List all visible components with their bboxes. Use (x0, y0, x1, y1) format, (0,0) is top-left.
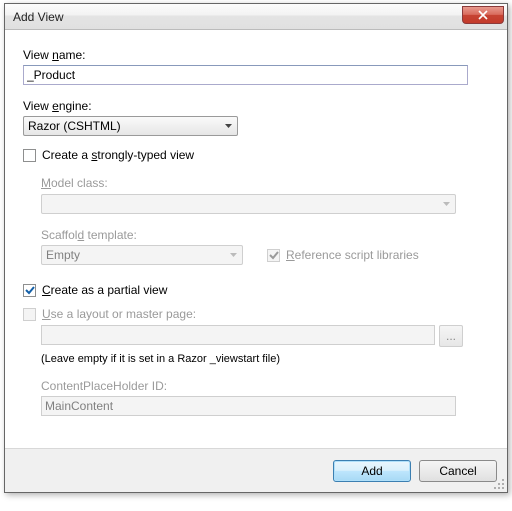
strongly-typed-checkbox[interactable] (23, 149, 36, 162)
scaffold-value: Empty (46, 248, 225, 262)
use-layout-checkbox (23, 308, 36, 321)
chevron-down-icon (220, 117, 237, 135)
chevron-down-icon (225, 246, 242, 264)
reference-scripts-checkbox (267, 249, 280, 262)
ellipsis-icon: ... (446, 329, 456, 343)
view-engine-combo[interactable]: Razor (CSHTML) (23, 116, 238, 136)
partial-view-checkbox[interactable] (23, 284, 36, 297)
view-engine-label: View engine: (23, 99, 92, 113)
cph-input (41, 396, 456, 416)
cancel-button[interactable]: Cancel (419, 460, 497, 482)
add-view-dialog: Add View View name: View engine: Razor (… (4, 3, 508, 493)
cancel-button-label: Cancel (439, 464, 476, 478)
browse-button: ... (439, 325, 463, 347)
partial-view-label[interactable]: Create as a partial view (42, 283, 167, 297)
close-button[interactable] (462, 6, 504, 24)
cph-label: ContentPlaceHolder ID: (41, 379, 167, 393)
view-engine-value: Razor (CSHTML) (28, 119, 220, 133)
reference-scripts-label: Reference script libraries (286, 248, 419, 262)
dialog-body: View name: View engine: Razor (CSHTML) C… (5, 30, 507, 448)
chevron-down-icon (438, 195, 455, 213)
layout-path-input (41, 325, 435, 345)
model-class-combo (41, 194, 456, 214)
model-class-label: Model class: (41, 176, 108, 190)
view-name-label: View name: (23, 48, 86, 62)
layout-hint: (Leave empty if it is set in a Razor _vi… (41, 353, 489, 365)
window-title: Add View (13, 10, 63, 24)
strongly-typed-label[interactable]: Create a strongly-typed view (42, 148, 194, 162)
dialog-footer: Add Cancel (5, 448, 507, 492)
close-icon (478, 10, 488, 20)
add-button[interactable]: Add (333, 460, 411, 482)
scaffold-label: Scaffold template: (41, 228, 137, 242)
add-button-label: Add (361, 464, 382, 478)
titlebar: Add View (5, 4, 507, 30)
resize-grip[interactable] (493, 478, 505, 490)
view-name-input[interactable] (23, 65, 468, 85)
scaffold-combo: Empty (41, 245, 243, 265)
use-layout-label: Use a layout or master page: (42, 307, 196, 321)
